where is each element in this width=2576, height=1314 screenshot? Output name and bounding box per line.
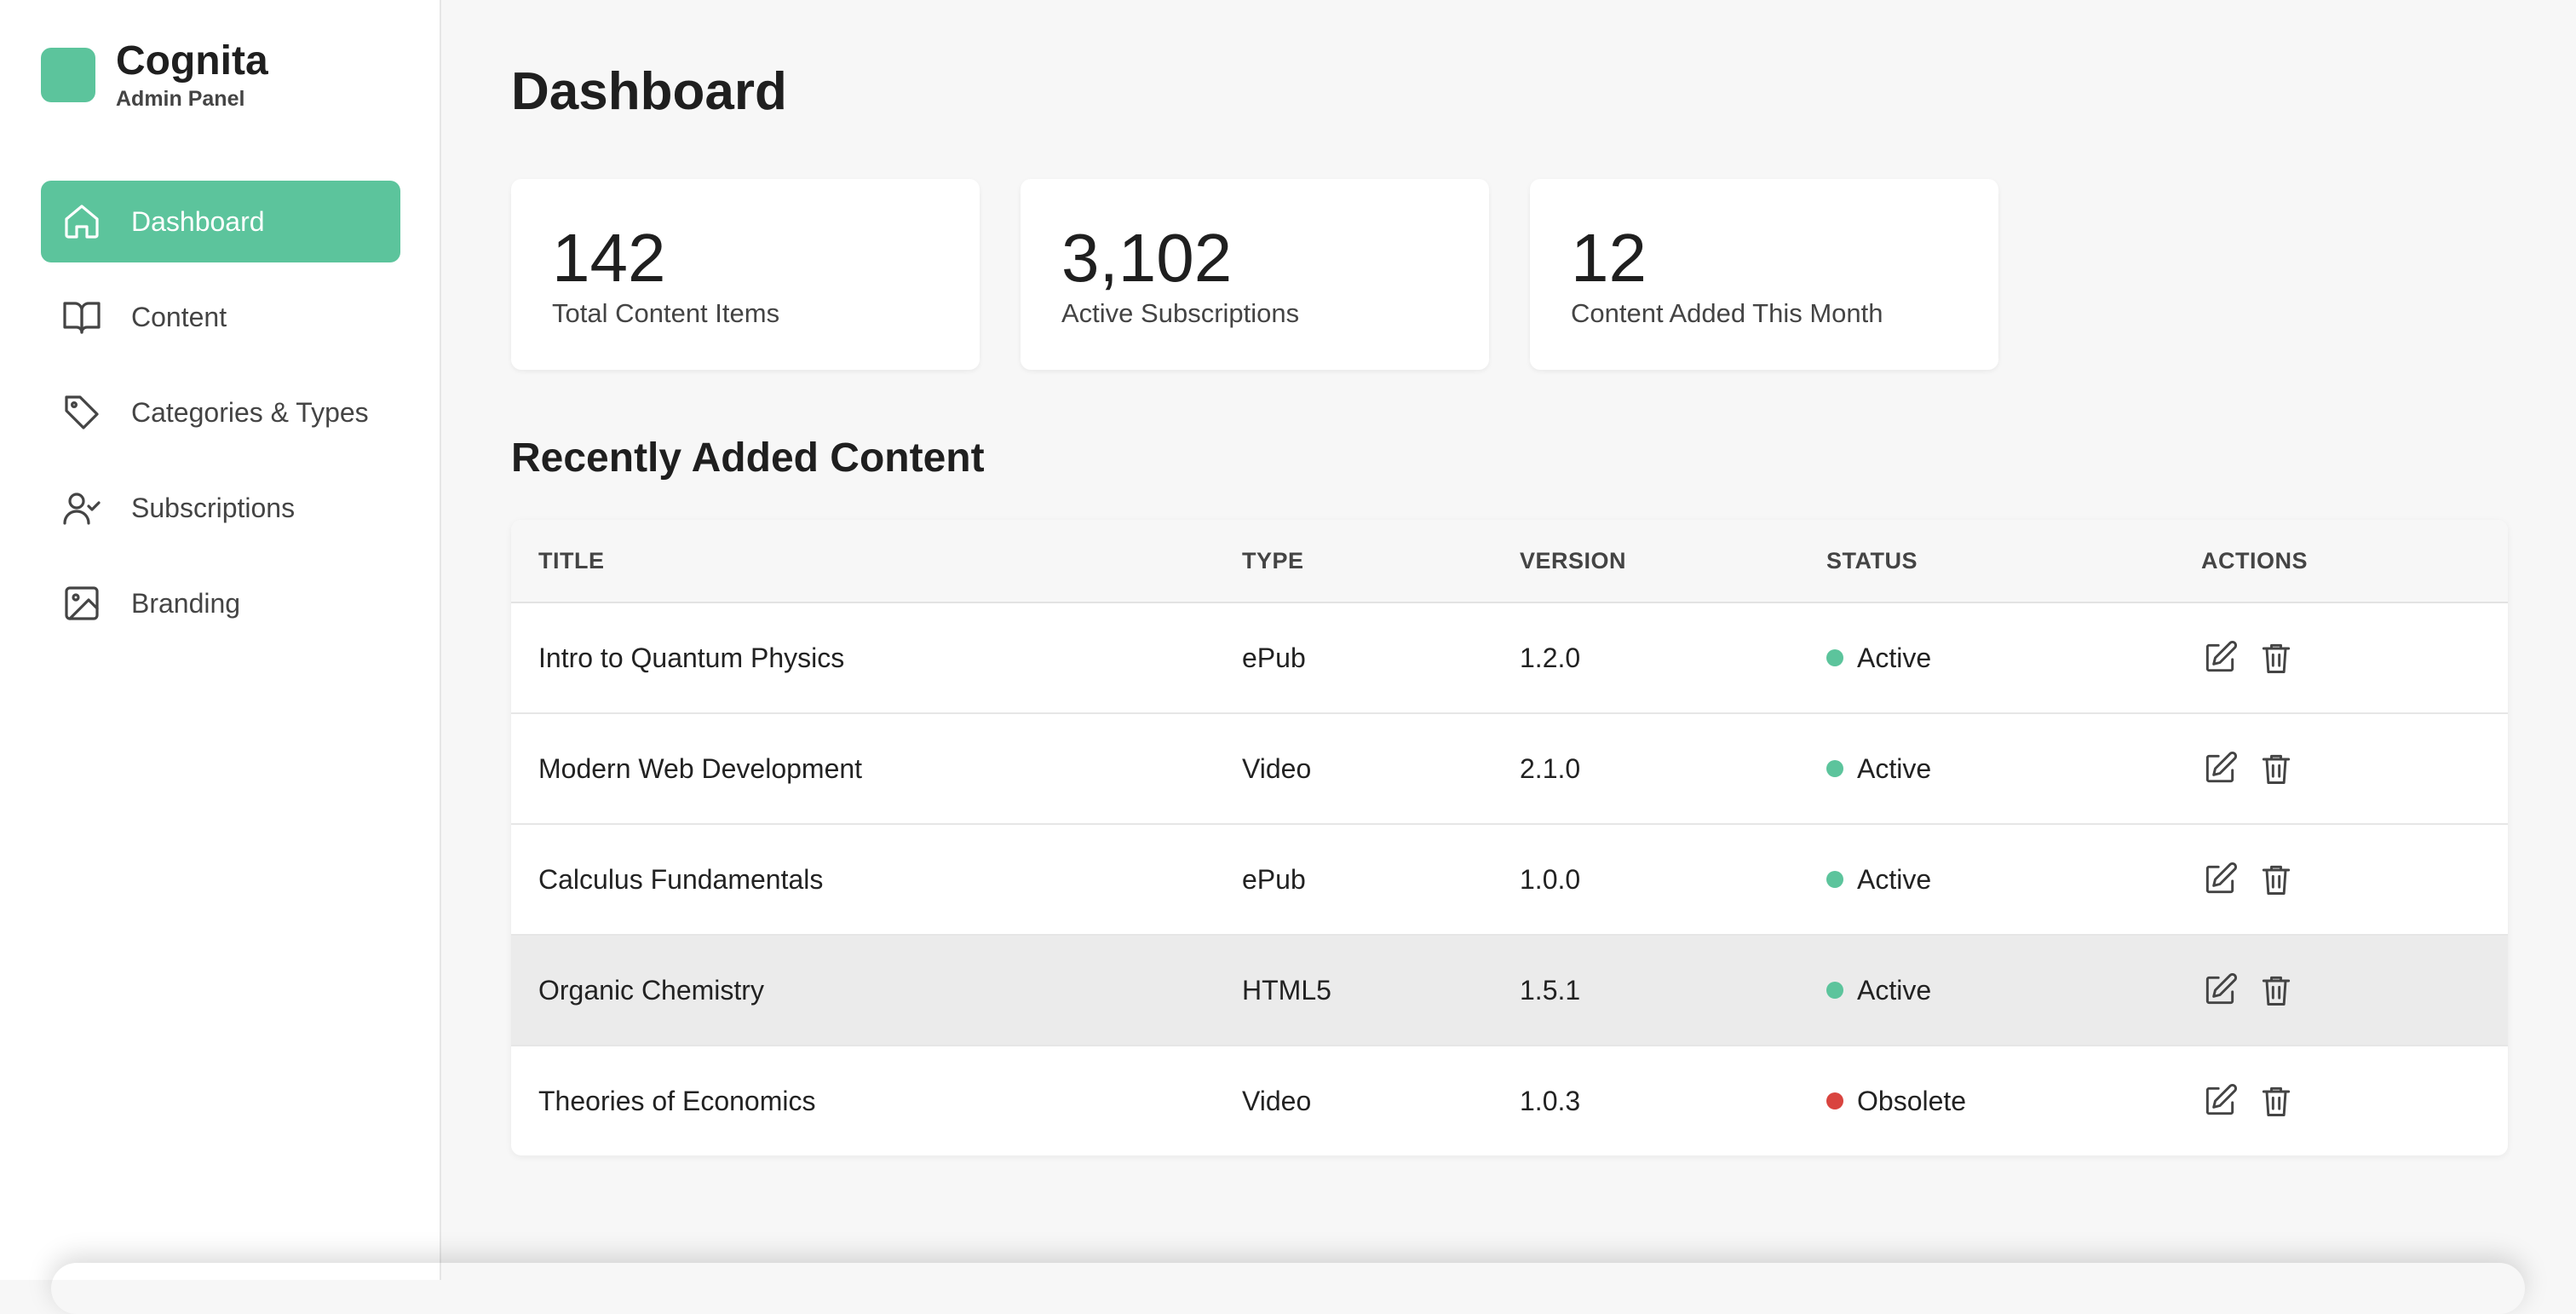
column-header-actions: ACTIONS <box>2201 547 2308 573</box>
trash-icon[interactable] <box>2257 861 2295 898</box>
column-header-title: TITLE <box>538 547 605 573</box>
cell-version: 1.0.0 <box>1520 863 1581 895</box>
bottom-shadow <box>51 1263 2525 1314</box>
cell-actions <box>2201 750 2508 787</box>
sidebar-nav: Dashboard Content Categories & Types Sub… <box>41 181 400 658</box>
cell-type: Video <box>1242 752 1312 784</box>
stat-card-active-subscriptions: 3,102 Active Subscriptions <box>1021 179 1489 370</box>
status-label: Active <box>1857 863 1932 895</box>
cell-version: 1.2.0 <box>1520 642 1581 673</box>
status-label: Active <box>1857 974 1932 1006</box>
sidebar-item-label: Branding <box>131 587 241 619</box>
cell-actions <box>2201 861 2508 898</box>
status-dot <box>1826 1092 1843 1109</box>
stat-label: Content Added This Month <box>1571 298 1883 328</box>
cell-actions <box>2201 639 2508 677</box>
stat-value: 12 <box>1571 220 1647 296</box>
sidebar-item-dashboard[interactable]: Dashboard <box>41 181 400 262</box>
stat-value: 3,102 <box>1061 220 1233 296</box>
sidebar-item-label: Subscriptions <box>131 492 296 523</box>
trash-icon[interactable] <box>2257 639 2295 677</box>
cell-title: Intro to Quantum Physics <box>538 642 845 673</box>
cell-type: Video <box>1242 1085 1312 1116</box>
cell-title: Organic Chemistry <box>538 974 764 1006</box>
edit-icon[interactable] <box>2201 1082 2239 1120</box>
sidebar-item-branding[interactable]: Branding <box>41 562 400 644</box>
cell-version: 1.0.3 <box>1520 1085 1581 1116</box>
recent-content-title: Recently Added Content <box>511 435 985 481</box>
trash-icon[interactable] <box>2257 971 2295 1009</box>
cell-title: Modern Web Development <box>538 752 863 784</box>
brand-logo <box>41 48 95 102</box>
edit-icon[interactable] <box>2201 750 2239 787</box>
cell-type: HTML5 <box>1242 974 1331 1006</box>
page-title: Dashboard <box>511 62 787 121</box>
status-dot <box>1826 760 1843 777</box>
cell-version: 2.1.0 <box>1520 752 1581 784</box>
table-row[interactable]: Theories of Economics Video 1.0.3 Obsolete <box>511 1046 2508 1156</box>
sidebar-item-label: Dashboard <box>131 205 265 237</box>
cell-type: ePub <box>1242 642 1306 673</box>
trash-icon[interactable] <box>2257 1082 2295 1120</box>
stats-row: 142 Total Content Items 3,102 Active Sub… <box>511 179 2039 370</box>
trash-icon[interactable] <box>2257 750 2295 787</box>
edit-icon[interactable] <box>2201 971 2239 1009</box>
column-header-version: VERSION <box>1520 547 1627 573</box>
edit-icon[interactable] <box>2201 861 2239 898</box>
home-icon <box>61 201 102 242</box>
table-body: Intro to Quantum Physics ePub 1.2.0 Active M… <box>511 603 2508 1156</box>
table-row[interactable]: Intro to Quantum Physics ePub 1.2.0 Active <box>511 603 2508 714</box>
stat-label: Active Subscriptions <box>1061 298 1300 328</box>
recent-content-table: TITLE TYPE VERSION STATUS ACTIONS Intro … <box>511 520 2508 1156</box>
cell-status: Obsolete <box>1826 1086 2201 1117</box>
stat-card-content-added-month: 12 Content Added This Month <box>1530 179 1998 370</box>
table-header: TITLE TYPE VERSION STATUS ACTIONS <box>511 520 2508 603</box>
table-row[interactable]: Organic Chemistry HTML5 1.5.1 Active <box>511 936 2508 1046</box>
edit-icon[interactable] <box>2201 639 2239 677</box>
sidebar-item-content[interactable]: Content <box>41 276 400 358</box>
brand-subtitle: Admin Panel <box>116 87 245 111</box>
cell-actions <box>2201 971 2508 1009</box>
cell-status: Active <box>1826 864 2201 896</box>
status-label: Active <box>1857 642 1932 673</box>
cell-type: ePub <box>1242 863 1306 895</box>
brand[interactable]: Cognita Admin Panel <box>41 37 268 112</box>
stat-value: 142 <box>552 220 666 296</box>
cell-title: Theories of Economics <box>538 1085 816 1116</box>
cell-actions <box>2201 1082 2508 1120</box>
cell-status: Active <box>1826 753 2201 785</box>
sidebar-item-label: Content <box>131 301 227 332</box>
column-header-status: STATUS <box>1826 547 1918 573</box>
user-check-icon <box>61 487 102 528</box>
cell-title: Calculus Fundamentals <box>538 863 824 895</box>
stat-card-total-content: 142 Total Content Items <box>511 179 980 370</box>
sidebar-item-label: Categories & Types <box>131 396 369 428</box>
table-row[interactable]: Calculus Fundamentals ePub 1.0.0 Active <box>511 825 2508 936</box>
table-row[interactable]: Modern Web Development Video 2.1.0 Active <box>511 714 2508 825</box>
cell-version: 1.5.1 <box>1520 974 1581 1006</box>
cell-status: Active <box>1826 975 2201 1006</box>
tag-icon <box>61 392 102 433</box>
status-dot <box>1826 982 1843 999</box>
sidebar-item-subscriptions[interactable]: Subscriptions <box>41 467 400 549</box>
status-label: Active <box>1857 752 1932 784</box>
image-icon <box>61 583 102 624</box>
column-header-type: TYPE <box>1242 547 1304 573</box>
status-label: Obsolete <box>1857 1085 1967 1116</box>
status-dot <box>1826 871 1843 888</box>
status-dot <box>1826 649 1843 666</box>
cell-status: Active <box>1826 643 2201 674</box>
stat-label: Total Content Items <box>552 298 780 328</box>
brand-name: Cognita <box>116 38 268 84</box>
sidebar-item-categories[interactable]: Categories & Types <box>41 372 400 453</box>
book-icon <box>61 297 102 337</box>
sidebar: Cognita Admin Panel Dashboard Content Ca… <box>0 0 441 1280</box>
